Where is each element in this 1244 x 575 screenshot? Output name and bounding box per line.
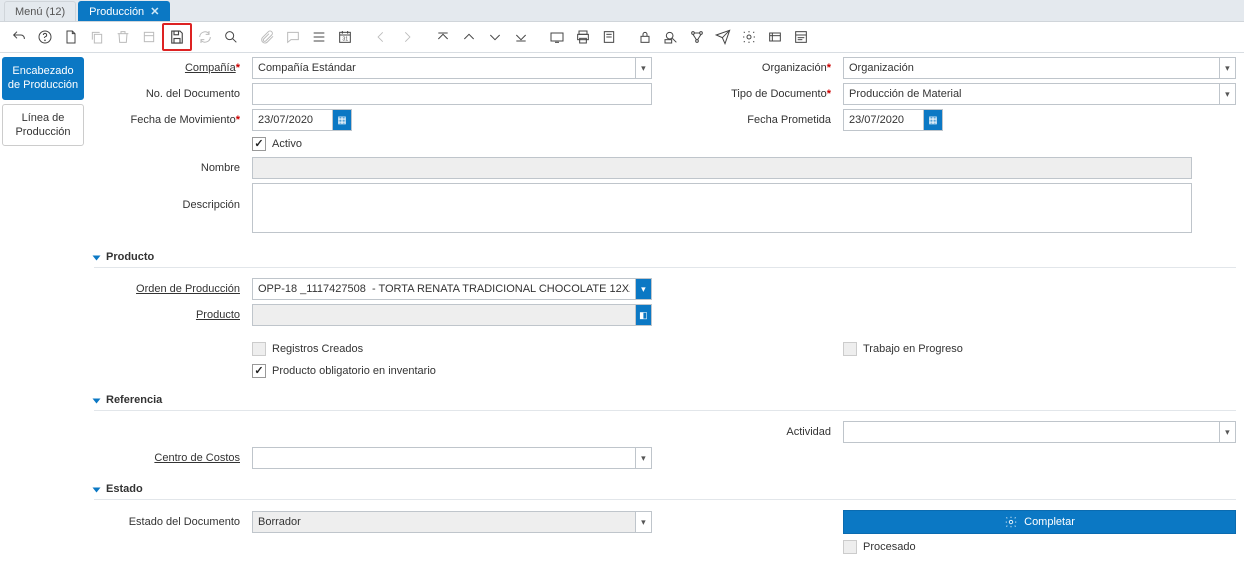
company-field[interactable]: [252, 57, 635, 79]
print-preview-icon[interactable]: [596, 25, 622, 49]
tab-strip: Menú (12) Producción ✕: [0, 0, 1244, 22]
gear-icon[interactable]: [736, 25, 762, 49]
nav-next-icon: [394, 25, 420, 49]
activity-field[interactable]: [843, 421, 1219, 443]
costcenter-field[interactable]: [252, 447, 635, 469]
prodorder-dropdown-icon[interactable]: ▾: [635, 278, 652, 300]
entity-sidebar: Encabezado de Producción Línea de Produc…: [0, 53, 86, 575]
label-company: Compañía: [185, 62, 236, 74]
form-area: Compañía* ▾ Organización* ▾ No. del Docu…: [86, 53, 1244, 575]
section-reference[interactable]: Referencia: [94, 390, 1236, 411]
toolbar: 31: [0, 22, 1244, 52]
docno-field[interactable]: [252, 83, 652, 105]
delete-icon: [110, 25, 136, 49]
print-icon[interactable]: [570, 25, 596, 49]
tab-produccion[interactable]: Producción ✕: [78, 1, 170, 21]
sidebar-item-header-label: Encabezado de Producción: [8, 65, 78, 91]
label-activity: Actividad: [786, 426, 831, 438]
promdate-calendar-icon[interactable]: ▦: [923, 109, 943, 131]
copy-icon: [84, 25, 110, 49]
prodorder-field[interactable]: [252, 278, 635, 300]
complete-button[interactable]: Completar: [843, 510, 1236, 534]
sidebar-item-line[interactable]: Línea de Producción: [2, 104, 84, 147]
next-record-icon[interactable]: [482, 25, 508, 49]
complete-button-label: Completar: [1024, 516, 1075, 528]
org-field[interactable]: [843, 57, 1219, 79]
tab-menu-label: Menú (12): [15, 2, 65, 22]
tab-produccion-label: Producción: [89, 2, 144, 22]
tab-menu[interactable]: Menú (12): [4, 1, 76, 21]
movedate-calendar-icon[interactable]: ▦: [332, 109, 352, 131]
toolbar-wrap: 31: [0, 22, 1244, 53]
calendar-icon[interactable]: 31: [332, 25, 358, 49]
docstate-field: [252, 511, 635, 533]
section-product[interactable]: Producto: [94, 247, 1236, 268]
section-state[interactable]: Estado: [94, 479, 1236, 500]
last-record-icon[interactable]: [508, 25, 534, 49]
list-icon[interactable]: [306, 25, 332, 49]
request-icon[interactable]: [710, 25, 736, 49]
attach-icon: [254, 25, 280, 49]
refresh-icon: [192, 25, 218, 49]
product-picker-icon[interactable]: ◧: [635, 304, 652, 326]
label-movedate: Fecha de Movimiento: [131, 114, 236, 126]
chat-icon: [280, 25, 306, 49]
mandatory-inv-checkbox[interactable]: [252, 364, 266, 378]
undo-icon[interactable]: [6, 25, 32, 49]
sidebar-item-header[interactable]: Encabezado de Producción: [2, 57, 84, 100]
doctype-dropdown-icon[interactable]: ▾: [1219, 83, 1236, 105]
prev-record-icon[interactable]: [456, 25, 482, 49]
archive-icon: [136, 25, 162, 49]
workflow-icon[interactable]: [684, 25, 710, 49]
name-field: [252, 157, 1192, 179]
doctype-field[interactable]: [843, 83, 1219, 105]
label-product: Producto: [196, 309, 240, 321]
product-field: [252, 304, 635, 326]
zoom-across-icon[interactable]: [658, 25, 684, 49]
label-prodorder: Orden de Producción: [136, 283, 240, 295]
about-icon[interactable]: [788, 25, 814, 49]
report-icon[interactable]: [544, 25, 570, 49]
nav-prev-icon: [368, 25, 394, 49]
first-record-icon[interactable]: [430, 25, 456, 49]
new-doc-icon[interactable]: [58, 25, 84, 49]
label-doctype: Tipo de Documento: [731, 88, 827, 100]
movedate-field[interactable]: [252, 109, 332, 131]
wip-checkbox: [843, 342, 857, 356]
lock-icon[interactable]: [632, 25, 658, 49]
label-mandatory-inv: Producto obligatorio en inventario: [272, 365, 436, 377]
product-info-icon[interactable]: [762, 25, 788, 49]
svg-text:31: 31: [342, 36, 348, 42]
org-dropdown-icon[interactable]: ▾: [1219, 57, 1236, 79]
rec-created-checkbox: [252, 342, 266, 356]
label-active: Activo: [272, 138, 302, 150]
activity-dropdown-icon[interactable]: ▾: [1219, 421, 1236, 443]
close-icon[interactable]: ✕: [150, 2, 159, 22]
label-wip: Trabajo en Progreso: [863, 343, 963, 355]
label-processed: Procesado: [863, 541, 916, 553]
active-checkbox[interactable]: [252, 137, 266, 151]
save-button[interactable]: [162, 23, 192, 51]
processed-checkbox: [843, 540, 857, 554]
label-org: Organización: [762, 62, 827, 74]
label-name: Nombre: [201, 162, 240, 174]
help-icon[interactable]: [32, 25, 58, 49]
sidebar-item-line-label: Línea de Producción: [15, 112, 70, 138]
docstate-dropdown-icon[interactable]: ▾: [635, 511, 652, 533]
desc-field[interactable]: [252, 183, 1192, 233]
label-docstate: Estado del Documento: [129, 516, 240, 528]
label-rec-created: Registros Creados: [272, 343, 363, 355]
label-docno: No. del Documento: [146, 88, 240, 100]
company-dropdown-icon[interactable]: ▾: [635, 57, 652, 79]
label-promdate: Fecha Prometida: [747, 114, 831, 126]
costcenter-dropdown-icon[interactable]: ▾: [635, 447, 652, 469]
search-icon[interactable]: [218, 25, 244, 49]
label-desc: Descripción: [183, 199, 240, 211]
promdate-field[interactable]: [843, 109, 923, 131]
label-costcenter: Centro de Costos: [154, 452, 240, 464]
